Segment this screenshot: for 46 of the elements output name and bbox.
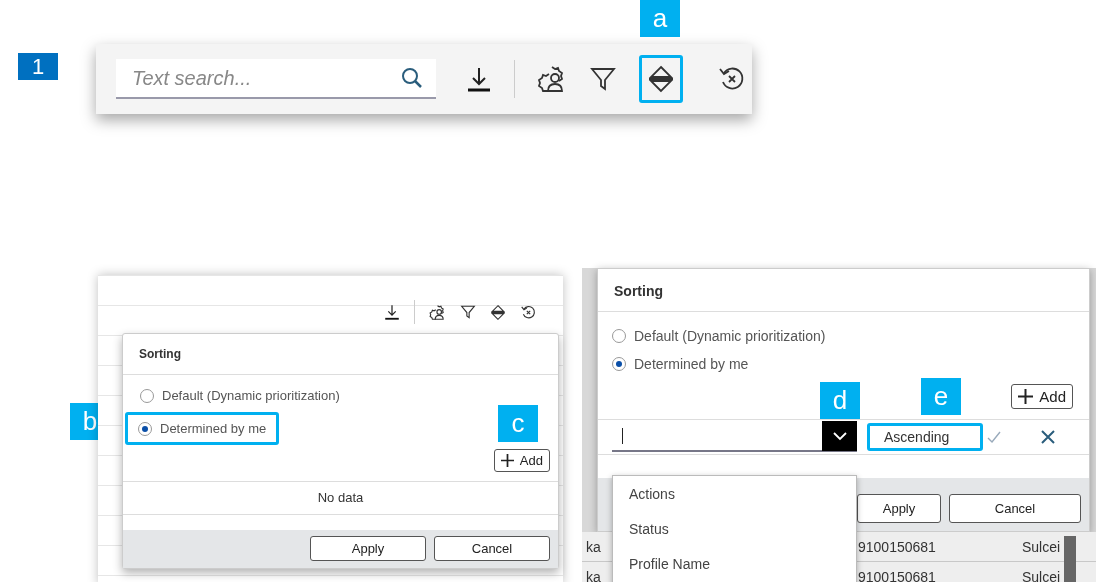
table-cell: ka [586, 568, 601, 582]
radio-label: Determined by me [634, 356, 749, 372]
callout-label: c [498, 405, 538, 442]
menu-item[interactable]: Actions [613, 482, 856, 517]
plus-icon [1018, 389, 1034, 404]
table-cell: 9100150681 [858, 538, 936, 555]
radio-label: Default (Dynamic prioritization) [634, 328, 826, 344]
check-icon[interactable] [987, 431, 1001, 443]
empty-message: No data [123, 481, 558, 515]
search-icon[interactable] [400, 66, 424, 90]
callout-label: e [921, 378, 961, 415]
step-marker: 1 [18, 53, 58, 80]
filter-icon[interactable] [589, 65, 617, 93]
dialog-title: Sorting [123, 334, 558, 375]
dialog-title: Sorting [598, 269, 1089, 312]
field-select[interactable] [612, 422, 857, 452]
footer-button[interactable]: Apply [857, 494, 941, 523]
add-button[interactable]: Add [1011, 384, 1073, 409]
menu-item[interactable]: Status [613, 517, 856, 552]
sort-icon[interactable] [647, 64, 675, 94]
footer-button[interactable]: Cancel [434, 536, 550, 561]
radio-label: Default (Dynamic prioritization) [162, 388, 340, 403]
menu-item[interactable]: Profile Name [613, 552, 856, 582]
callout-label: d [820, 382, 860, 419]
sort-icon[interactable] [490, 303, 506, 321]
callout-label: a [640, 0, 680, 37]
close-icon[interactable] [1041, 430, 1055, 444]
footer-button[interactable]: Cancel [949, 494, 1081, 523]
table-cell: 9100150681 [858, 568, 936, 582]
table-cell: ka [586, 538, 601, 555]
chevron-down-icon [832, 431, 847, 441]
table-cell: Sulcei [1022, 538, 1061, 555]
add-button[interactable]: Add [493, 449, 550, 472]
user-settings-icon[interactable] [429, 303, 446, 321]
download-icon[interactable] [466, 65, 492, 93]
dropdown-toggle[interactable] [822, 421, 857, 451]
direction-select[interactable]: Ascending [867, 423, 983, 451]
download-icon[interactable] [384, 303, 400, 321]
reset-icon[interactable] [520, 303, 537, 321]
scrollbar[interactable] [1064, 536, 1076, 582]
filter-icon[interactable] [460, 304, 476, 320]
table-cell: Sulcei [1022, 568, 1061, 582]
plus-icon [500, 454, 514, 467]
search-field[interactable]: Text search... [116, 59, 436, 99]
radio-label: Determined by me [160, 421, 267, 436]
footer-button[interactable]: Apply [310, 536, 426, 561]
